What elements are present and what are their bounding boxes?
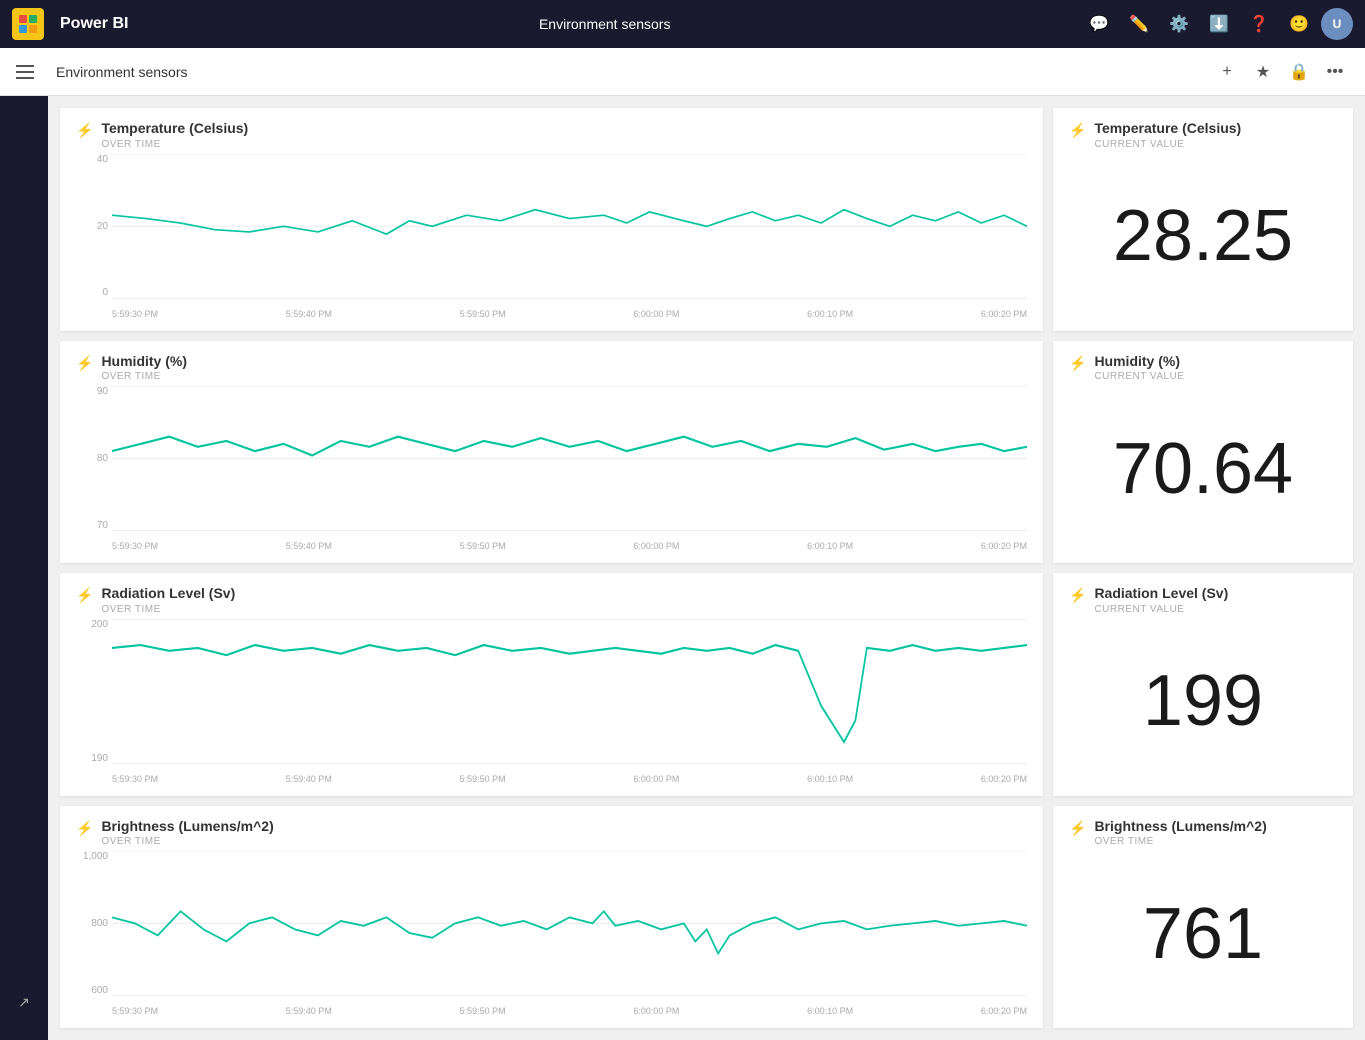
brightness-value-number: 761 [1143,898,1263,970]
humidity-chart-title: Humidity (%) [101,353,187,370]
topbar: Power BI Environment sensors 💬 ✏️ ⚙️ ⬇️ … [0,0,1365,48]
add-page-button[interactable]: + [1213,58,1241,86]
radiation-chart-card: ⚡ Radiation Level (Sv) OVER TIME 200 190 [60,573,1043,796]
sidebar-bottom: ↗ [6,984,42,1032]
humidity-value-card: ⚡ Humidity (%) CURRENT VALUE 70.64 [1053,341,1353,564]
temperature-chart-card: ⚡ Temperature (Celsius) OVER TIME 40 20 … [60,108,1043,331]
radiation-chart-area: 200 190 5:59:30 PM 5:59:40 PM 5:59:50 PM… [76,619,1027,784]
download-icon[interactable]: ⬇️ [1201,6,1237,42]
topbar-center: Environment sensors [136,16,1073,32]
temperature-value-subtitle: CURRENT VALUE [1094,139,1241,150]
settings-icon[interactable]: ⚙️ [1161,6,1197,42]
temperature-value-header: ⚡ Temperature (Celsius) CURRENT VALUE [1069,120,1337,150]
sidebar: ↗ [0,96,48,1040]
brightness-chart-header: ⚡ Brightness (Lumens/m^2) OVER TIME [76,818,1027,848]
humidity-x-labels: 5:59:30 PM 5:59:40 PM 5:59:50 PM 6:00:00… [112,541,1027,551]
temperature-chart-subtitle: OVER TIME [101,139,248,150]
humidity-value-subtitle: CURRENT VALUE [1094,371,1184,382]
humidity-chart-icon: ⚡ [76,355,93,372]
humidity-value-display: 70.64 [1069,386,1337,551]
page-breadcrumb-title: Environment sensors [56,64,188,80]
brightness-chart-card: ⚡ Brightness (Lumens/m^2) OVER TIME 1,00… [60,806,1043,1029]
humidity-chart-subtitle: OVER TIME [101,371,187,382]
radiation-value-icon: ⚡ [1069,587,1086,604]
temperature-chart-title: Temperature (Celsius) [101,120,248,137]
brightness-y-labels: 1,000 800 600 [76,851,112,996]
humidity-y-labels: 90 80 70 [76,386,112,531]
app-grid-button[interactable] [12,8,44,40]
brightness-chart-area: 1,000 800 600 5:59:30 PM 5:59:40 PM 5:59… [76,851,1027,1016]
radiation-y-labels: 200 190 [76,619,112,764]
radiation-value-header: ⚡ Radiation Level (Sv) CURRENT VALUE [1069,585,1337,615]
temperature-value-number: 28.25 [1113,200,1293,272]
brightness-value-header: ⚡ Brightness (Lumens/m^2) OVER TIME [1069,818,1337,848]
radiation-chart-icon: ⚡ [76,587,93,604]
temperature-value-display: 28.25 [1069,154,1337,319]
humidity-chart-header: ⚡ Humidity (%) OVER TIME [76,353,1027,383]
radiation-svg [112,619,1027,764]
temperature-value-card: ⚡ Temperature (Celsius) CURRENT VALUE 28… [1053,108,1353,331]
help-icon[interactable]: ❓ [1241,6,1277,42]
edit-icon[interactable]: ✏️ [1121,6,1157,42]
secondary-bar: Environment sensors + ★ 🔒 ••• [0,48,1365,96]
radiation-value-display: 199 [1069,619,1337,784]
brightness-chart-subtitle: OVER TIME [101,836,273,847]
page-action-group: + ★ 🔒 ••• [1213,58,1349,86]
radiation-value-subtitle: CURRENT VALUE [1094,604,1228,615]
brightness-svg [112,851,1027,996]
radiation-value-title: Radiation Level (Sv) [1094,585,1228,602]
temp-y-labels: 40 20 0 [76,154,112,299]
humidity-chart-area: 90 80 70 5:59:30 PM 5:59:40 PM 5:59:50 P… [76,386,1027,551]
radiation-x-labels: 5:59:30 PM 5:59:40 PM 5:59:50 PM 6:00:00… [112,774,1027,784]
main-content: ↗ ⚡ Temperature (Celsius) OVER TIME 40 2… [0,96,1365,1040]
radiation-chart-title: Radiation Level (Sv) [101,585,235,602]
brightness-value-subtitle: OVER TIME [1094,836,1266,847]
user-avatar[interactable]: U [1321,8,1353,40]
comment-icon[interactable]: 💬 [1081,6,1117,42]
sidebar-arrow-icon[interactable]: ↗ [6,984,42,1020]
brightness-value-card: ⚡ Brightness (Lumens/m^2) OVER TIME 761 [1053,806,1353,1029]
temperature-value-title: Temperature (Celsius) [1094,120,1241,137]
temperature-value-icon: ⚡ [1069,122,1086,139]
humidity-value-icon: ⚡ [1069,355,1086,372]
humidity-value-number: 70.64 [1113,433,1293,505]
favorite-button[interactable]: ★ [1249,58,1277,86]
temperature-chart-area: 40 20 0 5:59:30 PM 5:59:40 PM 5:59:50 PM… [76,154,1027,319]
brightness-chart-icon: ⚡ [76,820,93,837]
humidity-value-header: ⚡ Humidity (%) CURRENT VALUE [1069,353,1337,383]
share-button[interactable]: 🔒 [1285,58,1313,86]
temp-x-labels: 5:59:30 PM 5:59:40 PM 5:59:50 PM 6:00:00… [112,309,1027,319]
brightness-value-display: 761 [1069,851,1337,1016]
more-options-button[interactable]: ••• [1321,58,1349,86]
radiation-chart-subtitle: OVER TIME [101,604,235,615]
temperature-chart-icon: ⚡ [76,122,93,139]
topbar-page-title: Environment sensors [539,16,671,32]
brightness-chart-title: Brightness (Lumens/m^2) [101,818,273,835]
humidity-chart-card: ⚡ Humidity (%) OVER TIME 90 80 70 [60,341,1043,564]
radiation-value-card: ⚡ Radiation Level (Sv) CURRENT VALUE 199 [1053,573,1353,796]
brightness-value-title: Brightness (Lumens/m^2) [1094,818,1266,835]
brightness-value-icon: ⚡ [1069,820,1086,837]
temperature-svg [112,154,1027,299]
temperature-chart-header: ⚡ Temperature (Celsius) OVER TIME [76,120,1027,150]
topbar-icon-group: 💬 ✏️ ⚙️ ⬇️ ❓ 🙂 U [1081,6,1353,42]
radiation-value-number: 199 [1143,665,1263,737]
dashboard-grid: ⚡ Temperature (Celsius) OVER TIME 40 20 … [48,96,1365,1040]
hamburger-menu-button[interactable] [16,58,44,86]
radiation-chart-header: ⚡ Radiation Level (Sv) OVER TIME [76,585,1027,615]
brightness-x-labels: 5:59:30 PM 5:59:40 PM 5:59:50 PM 6:00:00… [112,1006,1027,1016]
app-title: Power BI [60,15,128,33]
humidity-value-title: Humidity (%) [1094,353,1184,370]
humidity-svg [112,386,1027,531]
feedback-icon[interactable]: 🙂 [1281,6,1317,42]
